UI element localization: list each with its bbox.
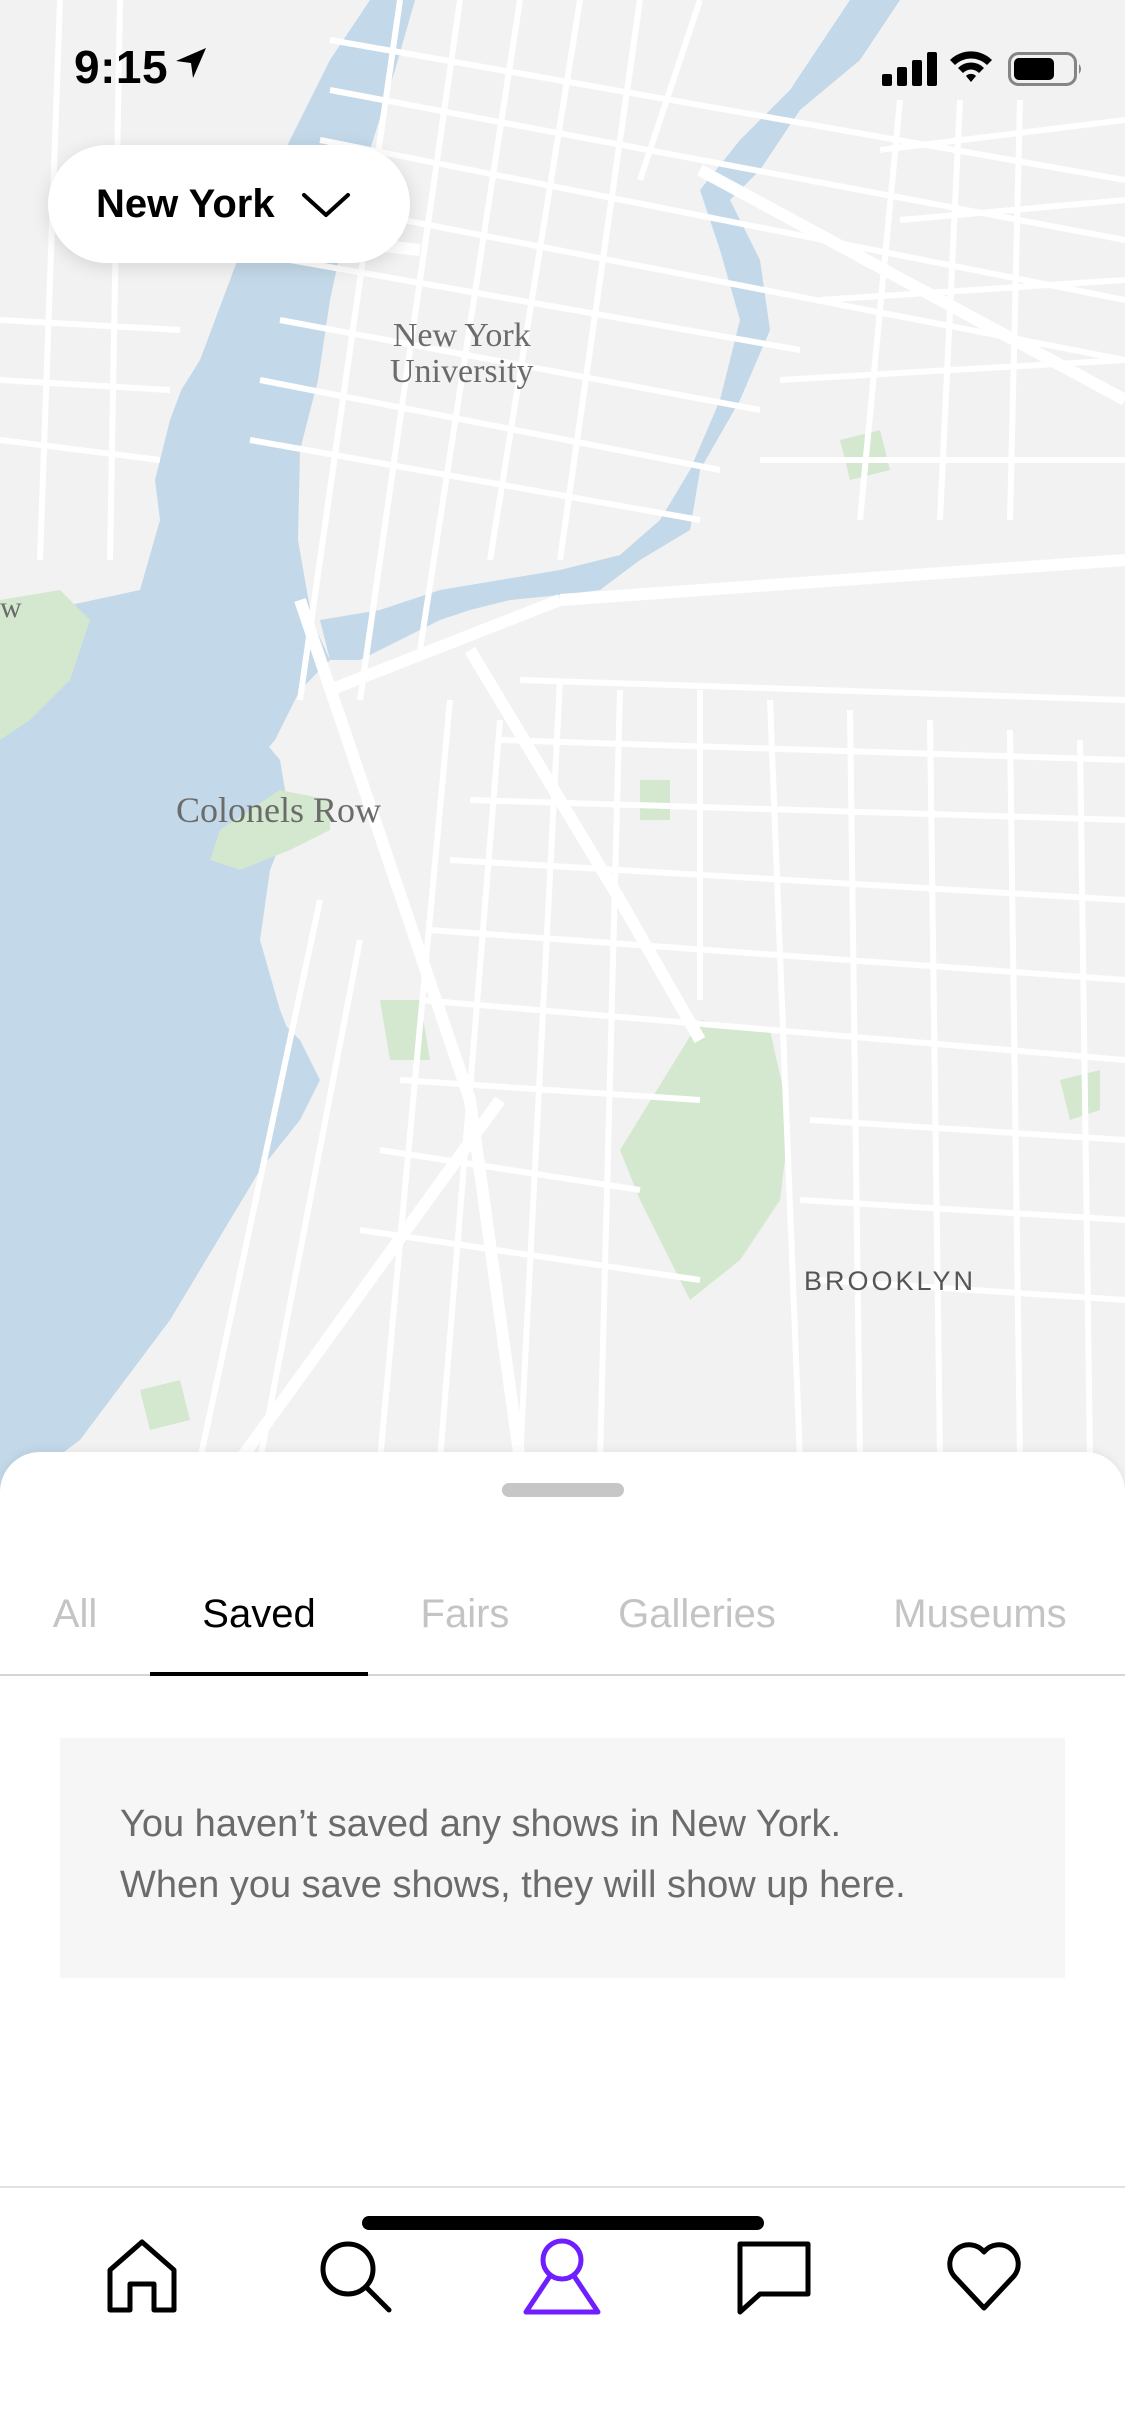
- empty-message-line2: When you save shows, they will show up h…: [120, 1864, 906, 1906]
- map-label-nyu-line2: University: [390, 352, 534, 390]
- map-label-edge-fragment: w: [0, 591, 22, 624]
- active-tab-indicator: [150, 1672, 368, 1676]
- city-guide-icon: [520, 2236, 604, 2321]
- home-indicator[interactable]: [362, 2216, 764, 2230]
- city-name: New York: [96, 181, 275, 226]
- cellular-signal-icon: [882, 52, 938, 91]
- filter-tabs: All Saved Fairs Galleries Museums: [0, 1552, 1125, 1676]
- map-label-colonels-row: Colonels Row: [176, 790, 382, 830]
- chevron-down-icon: [301, 191, 351, 224]
- nav-saved[interactable]: [934, 2228, 1034, 2328]
- search-icon: [315, 2236, 395, 2321]
- nav-home[interactable]: [92, 2228, 192, 2328]
- map-label-nyu-line1: New York: [392, 317, 531, 354]
- sheet-drag-handle[interactable]: [502, 1483, 624, 1497]
- inbox-icon: [734, 2236, 814, 2321]
- park-small-1: [640, 780, 670, 820]
- nav-city-guide[interactable]: [512, 2228, 612, 2328]
- tab-museums[interactable]: Museums: [870, 1552, 1090, 1676]
- home-icon: [102, 2236, 182, 2321]
- heart-icon: [944, 2236, 1024, 2321]
- tab-fairs[interactable]: Fairs: [400, 1552, 530, 1676]
- status-bar: 9:15: [0, 0, 1125, 140]
- city-selector-button[interactable]: New York: [48, 145, 410, 263]
- map-label-nyu: New York University: [390, 318, 534, 389]
- nav-inbox[interactable]: [724, 2228, 824, 2328]
- battery-icon: [1008, 52, 1084, 91]
- tab-galleries[interactable]: Galleries: [590, 1552, 804, 1676]
- tab-saved[interactable]: Saved: [150, 1552, 368, 1676]
- nav-search[interactable]: [305, 2228, 405, 2328]
- location-arrow-icon: [174, 46, 208, 85]
- empty-message-line1: You haven’t saved any shows in New York.: [120, 1803, 842, 1845]
- tab-all[interactable]: All: [30, 1552, 120, 1676]
- map-label-brooklyn: BROOKLYN: [804, 1266, 977, 1296]
- wifi-icon: [948, 48, 994, 89]
- status-time: 9:15: [74, 41, 169, 93]
- empty-saved-shows-message: You haven’t saved any shows in New York.…: [60, 1738, 1065, 1978]
